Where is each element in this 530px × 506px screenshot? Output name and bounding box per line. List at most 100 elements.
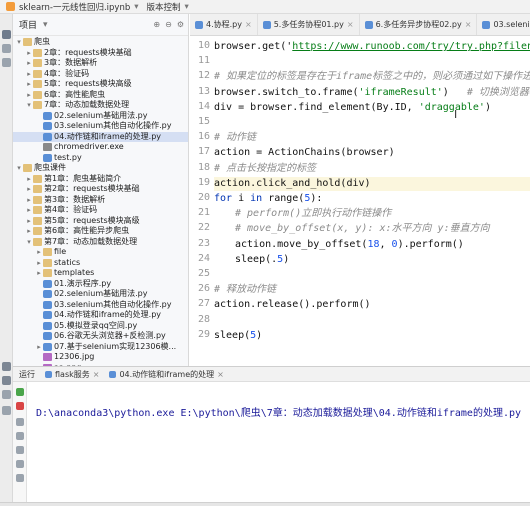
chevron-down-icon[interactable]: ▾ bbox=[25, 100, 33, 111]
code-line[interactable]: div = browser.find_element(By.ID, 'dragg… bbox=[214, 101, 491, 115]
tree-row[interactable]: ▸ statics bbox=[13, 258, 188, 269]
tree-row[interactable]: 04.动作链和iframe的处理.py bbox=[13, 310, 188, 321]
tree-row[interactable]: ▸ 2章：requests模块基础 bbox=[13, 48, 188, 59]
notebook-tab[interactable]: sklearn-一元线性回归.ipynb ▾ bbox=[6, 1, 139, 13]
tree-row[interactable]: ▸ file bbox=[13, 247, 188, 258]
tree-row[interactable]: ▸ 第4章：验证码 bbox=[13, 205, 188, 216]
chevron-down-icon[interactable]: ▾ bbox=[25, 237, 33, 248]
chevron-right-icon[interactable]: ▸ bbox=[25, 174, 33, 185]
code-line[interactable]: action = ActionChains(browser) bbox=[214, 146, 395, 160]
tree-row[interactable]: ▸ 第6章：高性能异步爬虫 bbox=[13, 226, 188, 237]
code-line[interactable]: browser.get('https://www.runoob.com/try/… bbox=[214, 40, 530, 54]
close-icon[interactable]: × bbox=[465, 20, 472, 29]
tree-row-parent[interactable]: ▾ 爬虫 bbox=[13, 37, 188, 48]
tree-row[interactable]: ▸ 3章：数据解析 bbox=[13, 58, 188, 69]
tree-row[interactable]: ▸ 6章：高性能爬虫 bbox=[13, 90, 188, 101]
rerun-icon[interactable] bbox=[16, 388, 24, 396]
tree-row[interactable]: 03.selenium其他自动化操作.py bbox=[13, 121, 188, 132]
run-tab-flask[interactable]: flask服务 × bbox=[45, 369, 99, 380]
run-console[interactable]: D:\anaconda3\python.exe E:\python\爬虫\7章：… bbox=[28, 382, 530, 502]
vcs-menu[interactable]: 版本控制 ▾ bbox=[147, 1, 189, 13]
scroll-up-icon[interactable] bbox=[16, 418, 24, 426]
code-line[interactable]: # perform()立即执行动作链操作 bbox=[235, 207, 391, 221]
terminal-icon[interactable] bbox=[2, 376, 11, 385]
code-line[interactable]: # move_by_offset(x, y): x:水平方向 y:垂直方向 bbox=[235, 222, 490, 236]
tree-row[interactable]: ▸ 第5章：requests模块高级 bbox=[13, 216, 188, 227]
code-line[interactable]: # 释放动作链 bbox=[214, 283, 276, 297]
editor-tab[interactable]: 4.协程.py × bbox=[190, 14, 258, 35]
close-icon[interactable]: × bbox=[245, 20, 252, 29]
trash-icon[interactable] bbox=[16, 474, 24, 482]
chevron-right-icon[interactable]: ▸ bbox=[25, 226, 33, 237]
problems-icon[interactable] bbox=[2, 390, 11, 399]
tree-row[interactable]: ▸ 第3章：数据解析 bbox=[13, 195, 188, 206]
chevron-down-icon[interactable]: ▾ bbox=[15, 163, 23, 174]
folder-icon[interactable] bbox=[2, 30, 11, 39]
editor-tab[interactable]: 03.selenium其他自动化操作.py× bbox=[477, 14, 530, 35]
editor-tab[interactable]: 5.多任务协程01.py × bbox=[258, 14, 360, 35]
editor-tab[interactable]: 6.多任务异步协程02.py × bbox=[360, 14, 478, 35]
python-packages-icon[interactable] bbox=[2, 362, 11, 371]
chevron-right-icon[interactable]: ▸ bbox=[25, 90, 33, 101]
code-line[interactable]: sleep(5) bbox=[214, 329, 262, 343]
tree-row[interactable]: ▸ 第2章：requests模块基础 bbox=[13, 184, 188, 195]
tree-row[interactable]: ▾ 7章：动态加载数据处理 bbox=[13, 100, 188, 111]
tree-row[interactable]: 06.谷歌无头浏览器+反检测.py bbox=[13, 331, 188, 342]
chevron-down-icon[interactable]: ▾ bbox=[43, 20, 48, 30]
code-line[interactable]: sleep(.5) bbox=[235, 253, 289, 267]
code-line[interactable]: # 如果定位的标签是存在于iframe标签之中的，则必须通过如下操作进行标签定位 bbox=[214, 70, 530, 84]
tree-row[interactable]: ▸ 第1章：爬虫基础简介 bbox=[13, 174, 188, 185]
chevron-right-icon[interactable]: ▸ bbox=[35, 342, 43, 353]
tree-row[interactable]: ▸ 5章：requests模块高级 bbox=[13, 79, 188, 90]
expand-icon[interactable]: ⊕ bbox=[153, 20, 160, 29]
chevron-right-icon[interactable]: ▸ bbox=[25, 195, 33, 206]
code-line[interactable]: # 点击长按指定的标签 bbox=[214, 162, 316, 176]
chevron-right-icon[interactable]: ▸ bbox=[35, 258, 43, 269]
structure-icon[interactable] bbox=[2, 44, 11, 53]
chevron-right-icon[interactable]: ▸ bbox=[25, 79, 33, 90]
tree-row[interactable]: 02.selenium基础用法.py bbox=[13, 111, 188, 122]
scroll-down-icon[interactable] bbox=[16, 432, 24, 440]
print-icon[interactable] bbox=[16, 460, 24, 468]
tree-row[interactable]: 02.selenium基础用法.py bbox=[13, 289, 188, 300]
code-line[interactable]: action.click_and_hold(div) bbox=[214, 176, 530, 191]
chevron-right-icon[interactable]: ▸ bbox=[35, 268, 43, 279]
chevron-right-icon[interactable]: ▸ bbox=[25, 69, 33, 80]
tree-row[interactable]: ▸ 07.基于selenium实现12306模... bbox=[13, 342, 188, 353]
tree-row[interactable]: 01.演示程序.py bbox=[13, 279, 188, 290]
tree-row[interactable]: 12306.jpg bbox=[13, 352, 188, 363]
wrap-icon[interactable] bbox=[16, 446, 24, 454]
chevron-right-icon[interactable]: ▸ bbox=[25, 48, 33, 59]
chevron-right-icon[interactable]: ▸ bbox=[25, 216, 33, 227]
code-line[interactable]: action.move_by_offset(18, 0).perform() bbox=[235, 238, 464, 252]
gear-icon[interactable]: ⚙ bbox=[177, 20, 184, 29]
chevron-right-icon[interactable]: ▸ bbox=[25, 184, 33, 195]
code-line[interactable]: action.release().perform() bbox=[214, 298, 371, 312]
code-line[interactable]: browser.switch_to.frame('iframeResult') … bbox=[214, 86, 530, 100]
tree-row[interactable]: ▾ 爬虫课件 bbox=[13, 163, 188, 174]
code-line[interactable]: # 动作链 bbox=[214, 131, 256, 145]
project-title[interactable]: 项目 bbox=[19, 18, 37, 31]
code-line[interactable]: for i in range(5): bbox=[214, 192, 322, 206]
chevron-down-icon[interactable]: ▾ bbox=[15, 37, 23, 48]
close-icon[interactable]: × bbox=[93, 370, 100, 379]
collapse-icon[interactable]: ⊖ bbox=[165, 20, 172, 29]
bookmark-icon[interactable] bbox=[2, 58, 11, 67]
tree-row[interactable]: ▸ 4章：验证码 bbox=[13, 69, 188, 80]
stop-icon[interactable] bbox=[16, 402, 24, 410]
code-editor[interactable]: I browser.get('https://www.runoob.com/tr… bbox=[214, 36, 530, 366]
close-icon[interactable]: × bbox=[347, 20, 354, 29]
tree-row[interactable]: 04.动作链和iframe的处理.py bbox=[13, 131, 188, 142]
chevron-right-icon[interactable]: ▸ bbox=[25, 58, 33, 69]
run-tab-script[interactable]: 04.动作链和iframe的处理 × bbox=[109, 369, 224, 380]
tree-row[interactable]: chromedriver.exe bbox=[13, 142, 188, 153]
tree-row[interactable]: ▾ 第7章：动态加载数据处理 bbox=[13, 237, 188, 248]
tree-row[interactable]: ▸ templates bbox=[13, 268, 188, 279]
services-icon[interactable] bbox=[2, 406, 11, 415]
tree-row[interactable]: 05.模拟登录qq空间.py bbox=[13, 321, 188, 332]
tree-row[interactable]: test.py bbox=[13, 153, 188, 164]
chevron-right-icon[interactable]: ▸ bbox=[35, 247, 43, 258]
chevron-right-icon[interactable]: ▸ bbox=[25, 205, 33, 216]
close-icon[interactable]: × bbox=[217, 370, 224, 379]
tree-row[interactable]: 03.selenium其他自动化操作.py bbox=[13, 300, 188, 311]
